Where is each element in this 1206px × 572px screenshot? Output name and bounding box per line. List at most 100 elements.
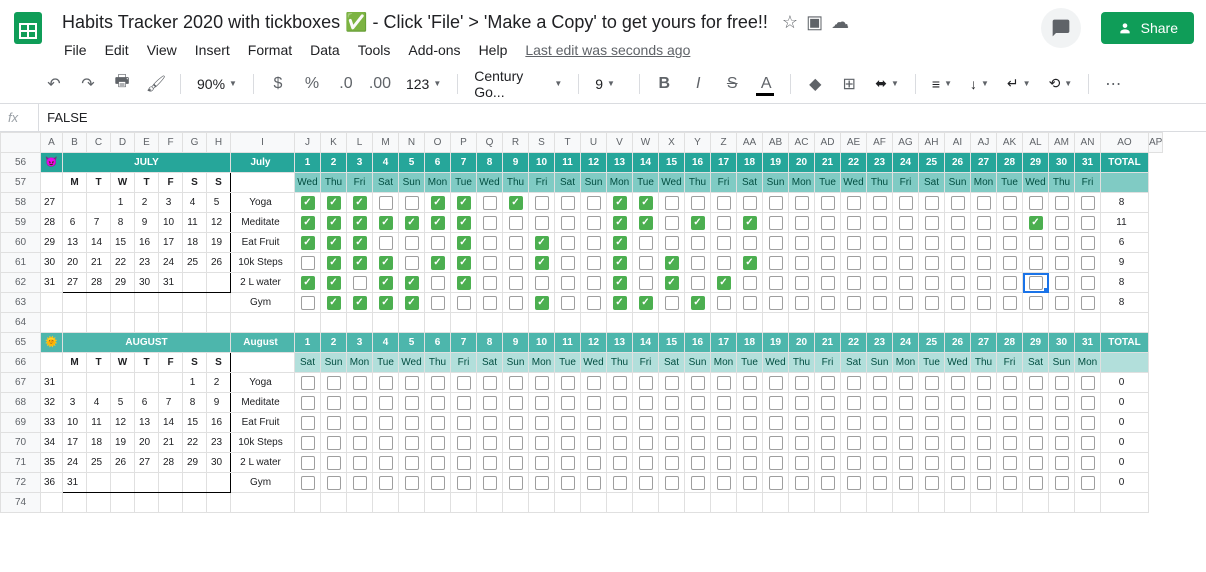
- row-header-60[interactable]: 60: [1, 233, 41, 253]
- checkbox-cell[interactable]: [815, 213, 841, 233]
- week-num[interactable]: 30: [41, 253, 63, 273]
- checkbox-cell[interactable]: [1075, 453, 1101, 473]
- col-header-O[interactable]: O: [425, 133, 451, 153]
- day-num-17[interactable]: 17: [711, 333, 737, 353]
- cal-day[interactable]: 10: [63, 413, 87, 433]
- cal-day[interactable]: 5: [111, 393, 135, 413]
- checkbox-cell[interactable]: [1023, 293, 1049, 313]
- checkbox-cell[interactable]: [737, 273, 763, 293]
- dow-Mon[interactable]: Mon: [529, 353, 555, 373]
- checkbox-icon[interactable]: [327, 236, 341, 250]
- col-header-U[interactable]: U: [581, 133, 607, 153]
- checkbox-icon[interactable]: [483, 296, 497, 310]
- checkbox-cell[interactable]: [789, 293, 815, 313]
- checkbox-cell[interactable]: [425, 213, 451, 233]
- checkbox-icon[interactable]: [795, 456, 809, 470]
- checkbox-icon[interactable]: [639, 456, 653, 470]
- checkbox-cell[interactable]: [321, 253, 347, 273]
- checkbox-icon[interactable]: [327, 396, 341, 410]
- checkbox-icon[interactable]: [691, 436, 705, 450]
- sheets-logo[interactable]: [8, 8, 48, 48]
- cal-day[interactable]: [87, 193, 111, 213]
- checkbox-cell[interactable]: [711, 253, 737, 273]
- checkbox-cell[interactable]: [321, 273, 347, 293]
- cal-day[interactable]: 28: [87, 273, 111, 293]
- checkbox-icon[interactable]: [925, 436, 939, 450]
- checkbox-cell[interactable]: [399, 213, 425, 233]
- checkbox-icon[interactable]: [847, 296, 861, 310]
- col-header-AN[interactable]: AN: [1075, 133, 1101, 153]
- checkbox-icon[interactable]: [951, 436, 965, 450]
- checkbox-icon[interactable]: [535, 456, 549, 470]
- checkbox-icon[interactable]: [613, 276, 627, 290]
- checkbox-icon[interactable]: [431, 296, 445, 310]
- col-header-J[interactable]: J: [295, 133, 321, 153]
- checkbox-icon[interactable]: [691, 456, 705, 470]
- checkbox-icon[interactable]: [795, 376, 809, 390]
- checkbox-cell[interactable]: [1049, 213, 1075, 233]
- checkbox-cell[interactable]: [763, 393, 789, 413]
- habit-total[interactable]: 0: [1101, 393, 1149, 413]
- strike-icon[interactable]: S: [718, 70, 746, 98]
- day-num-19[interactable]: 19: [763, 153, 789, 173]
- checkbox-icon[interactable]: [691, 296, 705, 310]
- cal-day[interactable]: 23: [135, 253, 159, 273]
- checkbox-cell[interactable]: [789, 373, 815, 393]
- habit-name[interactable]: Meditate: [231, 393, 295, 413]
- checkbox-cell[interactable]: [841, 193, 867, 213]
- checkbox-cell[interactable]: [789, 193, 815, 213]
- day-num-22[interactable]: 22: [841, 333, 867, 353]
- habit-name[interactable]: Gym: [231, 293, 295, 313]
- checkbox-icon[interactable]: [431, 196, 445, 210]
- checkbox-icon[interactable]: [743, 216, 757, 230]
- checkbox-icon[interactable]: [1055, 396, 1069, 410]
- checkbox-cell[interactable]: [1023, 193, 1049, 213]
- week-num[interactable]: 31: [41, 373, 63, 393]
- checkbox-icon[interactable]: [925, 376, 939, 390]
- checkbox-icon[interactable]: [1055, 436, 1069, 450]
- checkbox-cell[interactable]: [633, 413, 659, 433]
- cal-day[interactable]: 14: [87, 233, 111, 253]
- checkbox-icon[interactable]: [1029, 216, 1043, 230]
- dow-Thu[interactable]: Thu: [503, 173, 529, 193]
- redo-icon[interactable]: ↷: [74, 70, 102, 98]
- checkbox-icon[interactable]: [587, 396, 601, 410]
- day-num-29[interactable]: 29: [1023, 153, 1049, 173]
- checkbox-icon[interactable]: [821, 216, 835, 230]
- checkbox-icon[interactable]: [899, 296, 913, 310]
- checkbox-icon[interactable]: [899, 416, 913, 430]
- checkbox-icon[interactable]: [613, 296, 627, 310]
- checkbox-cell[interactable]: [477, 453, 503, 473]
- checkbox-icon[interactable]: [717, 216, 731, 230]
- select-all-corner[interactable]: [1, 133, 41, 153]
- cal-day[interactable]: 24: [159, 253, 183, 273]
- checkbox-icon[interactable]: [795, 476, 809, 490]
- dow-Wed[interactable]: Wed: [659, 173, 685, 193]
- checkbox-icon[interactable]: [873, 196, 887, 210]
- checkbox-cell[interactable]: [1075, 253, 1101, 273]
- checkbox-cell[interactable]: [1023, 473, 1049, 493]
- checkbox-icon[interactable]: [353, 416, 367, 430]
- checkbox-cell[interactable]: [529, 413, 555, 433]
- checkbox-cell[interactable]: [399, 193, 425, 213]
- day-num-8[interactable]: 8: [477, 153, 503, 173]
- checkbox-cell[interactable]: [919, 233, 945, 253]
- checkbox-icon[interactable]: [717, 416, 731, 430]
- checkbox-cell[interactable]: [737, 473, 763, 493]
- checkbox-cell[interactable]: [893, 193, 919, 213]
- paint-format-icon[interactable]: 🖌: [142, 70, 170, 98]
- checkbox-cell[interactable]: [295, 193, 321, 213]
- checkbox-icon[interactable]: [925, 476, 939, 490]
- checkbox-cell[interactable]: [1049, 253, 1075, 273]
- checkbox-cell[interactable]: [503, 213, 529, 233]
- checkbox-icon[interactable]: [457, 196, 471, 210]
- print-icon[interactable]: 🖶: [108, 70, 136, 98]
- checkbox-cell[interactable]: [1075, 373, 1101, 393]
- dow-Wed[interactable]: Wed: [477, 173, 503, 193]
- checkbox-cell[interactable]: [347, 253, 373, 273]
- menu-tools[interactable]: Tools: [350, 38, 399, 62]
- day-num-20[interactable]: 20: [789, 333, 815, 353]
- checkbox-cell[interactable]: [919, 473, 945, 493]
- week-num[interactable]: 33: [41, 413, 63, 433]
- checkbox-cell[interactable]: [399, 433, 425, 453]
